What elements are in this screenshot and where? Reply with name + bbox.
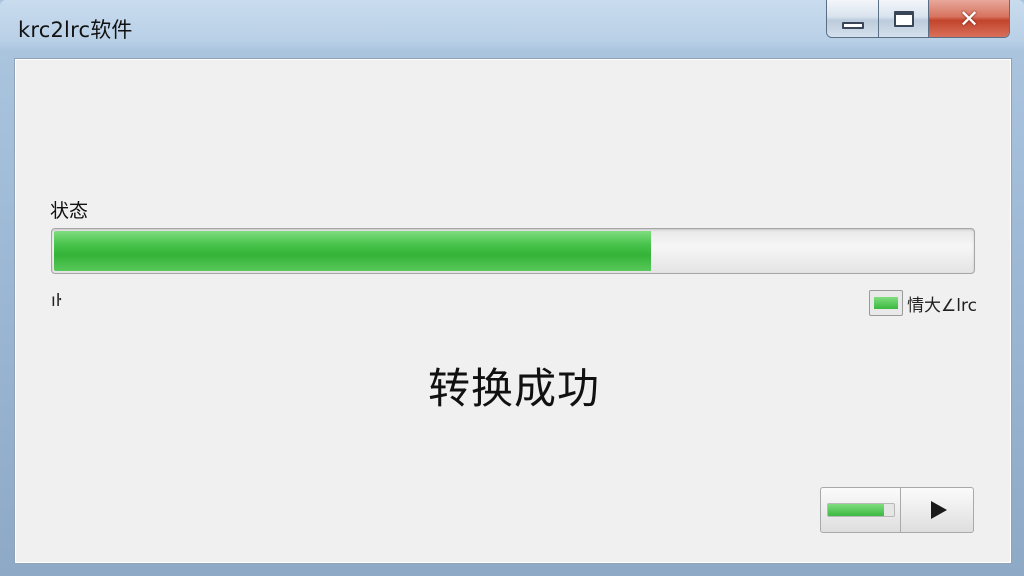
minimize-icon bbox=[841, 22, 864, 29]
close-icon: ✕ bbox=[958, 4, 980, 33]
progress-legend: 情大∠lrc bbox=[869, 288, 977, 318]
caption-buttons: ✕ bbox=[826, 0, 1010, 38]
status-label: 状态 bbox=[50, 200, 89, 222]
play-icon bbox=[930, 501, 947, 519]
bottom-controls bbox=[820, 487, 974, 533]
maximize-icon bbox=[893, 10, 914, 27]
progress-start-mark: ıŀ bbox=[51, 291, 62, 311]
mini-progress bbox=[821, 488, 901, 532]
legend-text: 情大∠lrc bbox=[907, 295, 977, 316]
play-button[interactable] bbox=[901, 488, 973, 532]
legend-swatch-icon bbox=[869, 290, 904, 316]
mini-progress-bar bbox=[826, 503, 895, 517]
result-message: 转换成功 bbox=[427, 364, 600, 413]
title-bar[interactable]: krc2lrc软件 ✕ bbox=[0, 0, 1024, 56]
app-window: krc2lrc软件 ✕ 状态 ıŀ 情大∠lrc 转换成功 bbox=[0, 0, 1024, 576]
status-progress-fill bbox=[54, 231, 652, 271]
client-area: 状态 ıŀ 情大∠lrc 转换成功 bbox=[14, 58, 1012, 564]
mini-progress-fill bbox=[827, 504, 884, 516]
maximize-button[interactable] bbox=[879, 0, 929, 37]
close-button[interactable]: ✕ bbox=[929, 0, 1009, 37]
status-progress-bar bbox=[51, 228, 975, 274]
minimize-button[interactable] bbox=[827, 0, 879, 37]
window-title: krc2lrc软件 bbox=[18, 18, 133, 42]
